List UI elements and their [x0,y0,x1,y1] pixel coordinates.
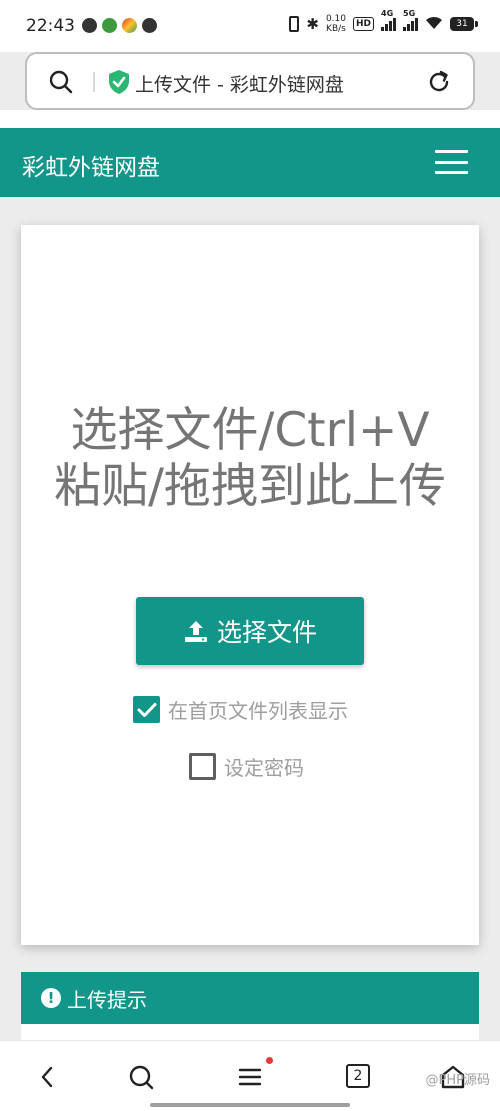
network-speed-unit: KB/s [326,24,346,34]
menu-badge-dot [266,1057,273,1064]
wifi-icon [425,16,443,33]
site-brand[interactable]: 彩虹外链网盘 [22,148,160,182]
check-icon [142,18,157,33]
watermark: @PHP源码 [425,1073,490,1088]
vibrate-icon [289,16,300,32]
address-bar[interactable]: 上传文件 - 彩虹外链网盘 [25,52,475,110]
tabs-icon[interactable]: 2 [346,1064,370,1088]
shield-check-icon [109,70,129,94]
browser-bottom-bar: 2 @PHP源码 [0,1040,500,1111]
home-indicator[interactable] [150,1103,350,1107]
hamburger-menu-icon[interactable] [435,150,468,174]
search-icon[interactable] [127,1063,155,1091]
hd-icon: HD [352,17,374,31]
exclamation-icon: ! [41,988,61,1008]
signal-label: 4G [381,8,394,18]
battery-icon: 31 [450,17,478,31]
check-icon [137,702,156,717]
signal-icon: 4G [381,9,396,31]
status-bar: 22:43 ✱ 0.10 KB/s HD 4G 5G 31 [0,0,500,52]
app-icon [102,18,117,33]
show-on-home-label: 在首页文件列表显示 [168,699,348,723]
upload-icon [184,621,207,642]
page-top [0,110,500,128]
divider [93,72,95,92]
notification-icons [82,18,157,33]
search-icon[interactable] [49,70,73,94]
set-password-option[interactable]: 设定密码 [189,752,304,781]
system-icons: ✱ 0.10 KB/s HD 4G 5G 31 [289,9,478,34]
menu-icon[interactable] [236,1063,264,1091]
signal-label: 5G [403,8,416,18]
show-on-home-checkbox[interactable] [133,696,160,723]
show-on-home-option[interactable]: 在首页文件列表显示 [133,695,348,724]
notification-icon [82,18,97,33]
status-time: 22:43 [26,16,75,36]
app-icon [122,18,137,33]
set-password-checkbox[interactable] [189,753,216,780]
reload-icon[interactable] [427,70,451,94]
choose-file-label: 选择文件 [216,618,317,647]
page-title[interactable]: 上传文件 - 彩虹外链网盘 [135,70,344,97]
signal-icon: 5G [403,9,418,31]
tips-header: ! 上传提示 [21,972,479,1024]
choose-file-button[interactable]: 选择文件 [136,597,364,665]
tips-title: 上传提示 [67,987,147,1012]
drop-zone-text[interactable]: 选择文件/Ctrl+V粘贴/拖拽到此上传 [21,403,479,515]
network-speed-value: 0.10 [325,14,346,24]
network-speed: 0.10 KB/s [326,14,346,34]
back-icon[interactable] [34,1063,62,1091]
site-navbar: 彩虹外链网盘 [0,128,500,197]
set-password-label: 设定密码 [224,756,304,780]
bluetooth-icon: ✱ [306,14,319,33]
upload-card[interactable]: 选择文件/Ctrl+V粘贴/拖拽到此上传 选择文件 在首页文件列表显示 设定密码 [21,225,479,945]
